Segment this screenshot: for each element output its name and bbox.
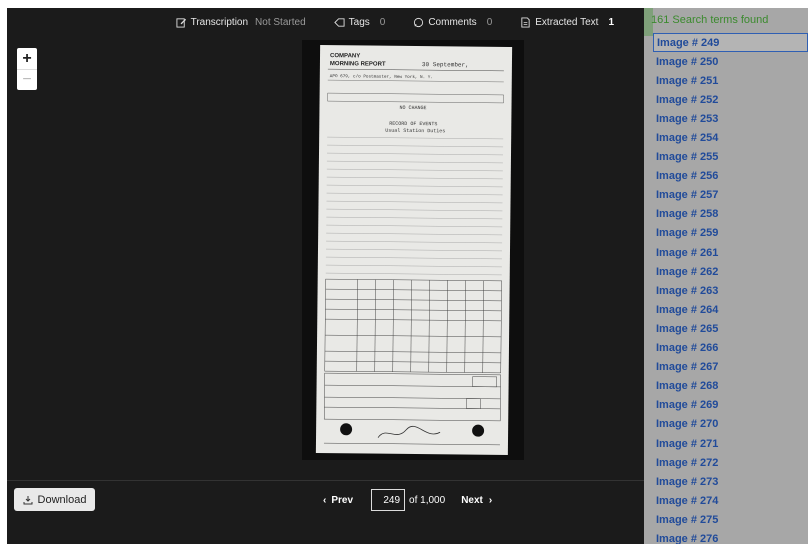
tags-tab[interactable]: Tags 0 bbox=[320, 17, 400, 28]
comments-label: Comments bbox=[428, 16, 477, 28]
transcription-tab[interactable]: Transcription Not Started bbox=[162, 17, 320, 28]
search-result-item[interactable]: Image # 259 bbox=[653, 224, 808, 243]
next-label: Next bbox=[461, 494, 483, 506]
search-result-item[interactable]: Image # 249 bbox=[653, 33, 808, 53]
form-record-header: RECORD OF EVENTS bbox=[389, 121, 437, 128]
document-icon bbox=[521, 16, 530, 28]
morning-report-page: COMPANY MORNING REPORT 30 September, APO… bbox=[315, 45, 513, 455]
search-result-item[interactable]: Image # 263 bbox=[653, 281, 808, 300]
comments-tab[interactable]: Comments 0 bbox=[399, 17, 506, 28]
search-result-item[interactable]: Image # 276 bbox=[653, 529, 808, 544]
search-result-item[interactable]: Image # 272 bbox=[653, 453, 808, 472]
form-no-change: NO CHANGE bbox=[399, 105, 426, 111]
form-title-line1: COMPANY bbox=[330, 53, 360, 59]
tag-icon bbox=[333, 17, 345, 27]
search-result-item[interactable]: Image # 257 bbox=[653, 186, 808, 205]
search-result-item[interactable]: Image # 258 bbox=[653, 205, 808, 224]
search-result-item[interactable]: Image # 256 bbox=[653, 167, 808, 186]
search-result-item[interactable]: Image # 269 bbox=[653, 396, 808, 415]
footer-divider bbox=[7, 480, 644, 481]
form-title-line2: MORNING REPORT bbox=[330, 61, 386, 68]
comments-count: 0 bbox=[486, 16, 493, 28]
next-button[interactable]: Next › bbox=[461, 495, 492, 506]
edit-icon bbox=[176, 17, 186, 28]
search-result-item[interactable]: Image # 255 bbox=[653, 148, 808, 167]
chevron-left-icon: ‹ bbox=[323, 494, 327, 506]
search-result-item[interactable]: Image # 267 bbox=[653, 358, 808, 377]
search-result-item[interactable]: Image # 250 bbox=[653, 52, 808, 71]
search-results-list: Image # 249 Image # 250 Image # 251 Image #… bbox=[653, 33, 808, 544]
search-result-item[interactable]: Image # 253 bbox=[653, 109, 808, 128]
form-date: 30 September, bbox=[422, 61, 469, 68]
download-label: Download bbox=[37, 493, 87, 506]
search-result-item[interactable]: Image # 264 bbox=[653, 300, 808, 319]
search-results-panel[interactable]: 161 Search terms found Image # 249 Image … bbox=[644, 8, 808, 544]
search-result-item[interactable]: Image # 275 bbox=[653, 510, 808, 529]
search-result-item[interactable]: Image # 270 bbox=[653, 415, 808, 434]
download-icon bbox=[23, 495, 33, 504]
extracted-text-tab[interactable]: Extracted Text 1 bbox=[506, 17, 628, 28]
search-result-item[interactable]: Image # 251 bbox=[653, 71, 808, 90]
zoom-in-button[interactable]: + bbox=[17, 48, 37, 69]
extracted-text-label: Extracted Text bbox=[535, 16, 599, 28]
search-result-item[interactable]: Image # 262 bbox=[653, 262, 808, 281]
search-result-item[interactable]: Image # 268 bbox=[653, 377, 808, 396]
search-result-item[interactable]: Image # 266 bbox=[653, 339, 808, 358]
download-button[interactable]: Download bbox=[14, 488, 95, 511]
transcription-status: Not Started bbox=[255, 16, 306, 28]
form-station: APO 679, c/o Postmaster, New York, N. Y. bbox=[330, 74, 433, 80]
viewer-toolbar: Transcription Not Started Tags 0 Comment… bbox=[7, 8, 644, 36]
tags-count: 0 bbox=[379, 16, 386, 28]
document-image[interactable]: COMPANY MORNING REPORT 30 September, APO… bbox=[302, 40, 524, 460]
zoom-out-button[interactable]: − bbox=[17, 69, 37, 90]
comment-icon bbox=[414, 17, 424, 27]
page-number-input[interactable] bbox=[371, 489, 406, 511]
search-result-item[interactable]: Image # 274 bbox=[653, 491, 808, 510]
search-result-item[interactable]: Image # 273 bbox=[653, 472, 808, 491]
search-result-item[interactable]: Image # 265 bbox=[653, 319, 808, 338]
search-results-count: 161 Search terms found bbox=[651, 14, 769, 26]
form-event: Usual Station Duties bbox=[385, 128, 445, 135]
transcription-label: Transcription bbox=[190, 16, 249, 28]
search-result-item[interactable]: Image # 254 bbox=[653, 128, 808, 147]
page-total: of 1,000 bbox=[409, 494, 446, 506]
search-result-item[interactable]: Image # 271 bbox=[653, 434, 808, 453]
morning-report-form: COMPANY MORNING REPORT 30 September, APO… bbox=[323, 53, 504, 446]
zoom-controls: + − bbox=[17, 48, 37, 90]
search-result-item[interactable]: Image # 261 bbox=[653, 243, 808, 262]
chevron-right-icon: › bbox=[488, 494, 493, 506]
pagination: ‹ Prev of 1,000 Next › bbox=[323, 488, 492, 512]
prev-button[interactable]: ‹ Prev bbox=[323, 495, 353, 506]
search-result-item[interactable]: Image # 252 bbox=[653, 90, 808, 109]
extracted-text-count: 1 bbox=[608, 16, 614, 28]
tags-label: Tags bbox=[348, 16, 370, 28]
document-viewer[interactable]: Transcription Not Started Tags 0 Comment… bbox=[7, 8, 644, 544]
prev-label: Prev bbox=[331, 494, 354, 506]
